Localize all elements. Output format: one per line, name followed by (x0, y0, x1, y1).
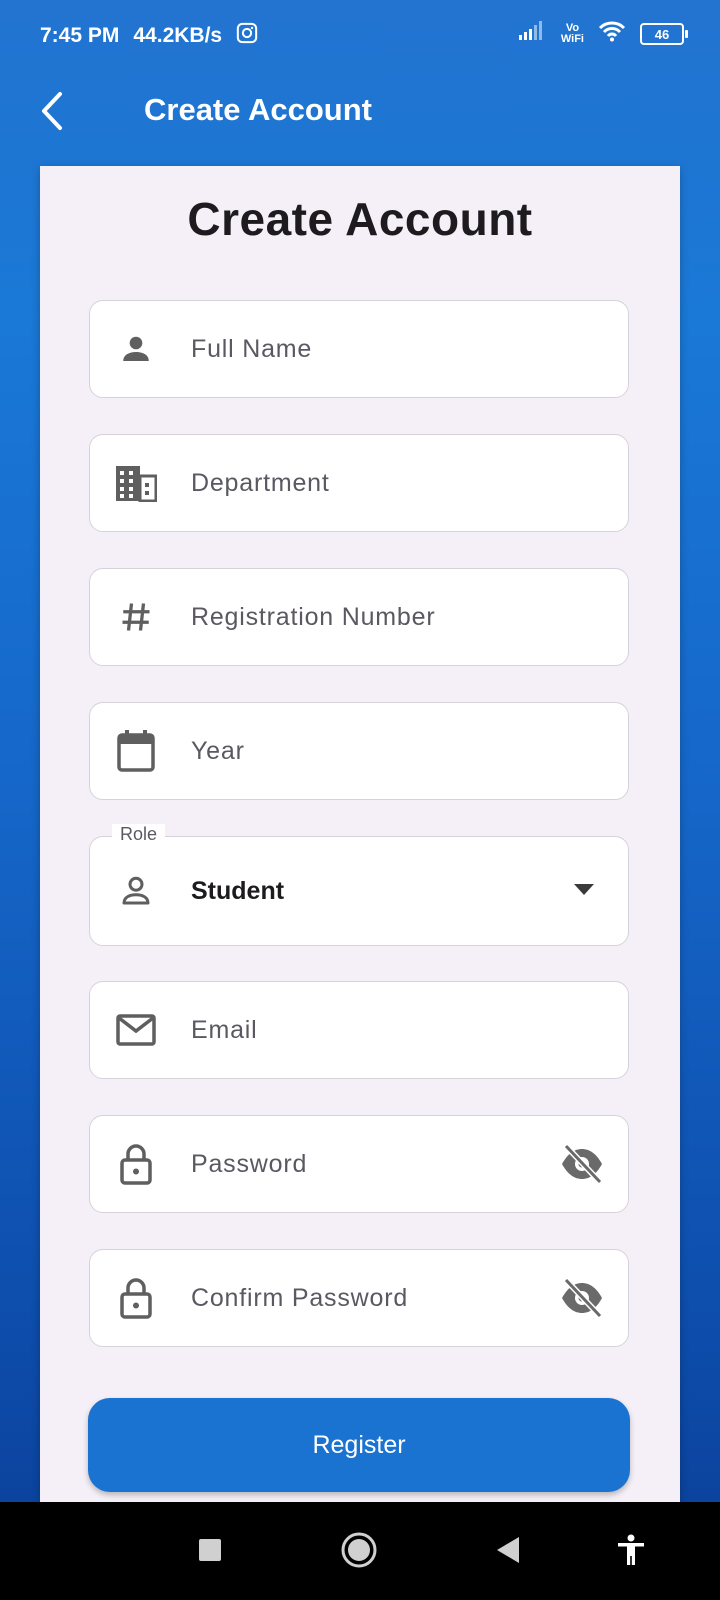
system-nav-bar (0, 1502, 720, 1600)
email-field[interactable]: Email (89, 981, 629, 1079)
calendar-icon (114, 729, 158, 773)
registration-number-field[interactable]: Registration Number (89, 568, 629, 666)
role-dropdown[interactable]: Role Student (89, 824, 629, 946)
back-button[interactable] (26, 88, 76, 138)
building-icon (114, 461, 158, 505)
full-name-field[interactable]: Full Name (89, 300, 629, 398)
person-icon (114, 327, 158, 371)
chevron-left-icon (36, 91, 66, 136)
department-field[interactable]: Department (89, 434, 629, 532)
hash-icon (114, 595, 158, 639)
recents-button[interactable] (186, 1528, 234, 1576)
battery-indicator: 46 (640, 23, 688, 45)
password-field[interactable]: Password (89, 1115, 629, 1213)
create-account-card: Create Account Full Name Department Regi… (40, 166, 680, 1502)
role-selected-value: Student (191, 876, 285, 905)
signal-icon (518, 21, 547, 47)
status-bar: 7:45 PM 44.2KB/s Vo WiFi 46 (0, 0, 720, 70)
instagram-icon (236, 22, 258, 50)
dropdown-arrow-icon (574, 882, 594, 900)
page-title: Create Account (187, 193, 533, 245)
square-icon (198, 1538, 222, 1567)
back-nav-button[interactable] (484, 1528, 532, 1576)
lock-icon (114, 1276, 158, 1320)
password-placeholder: Password (191, 1149, 308, 1178)
email-placeholder: Email (191, 1015, 258, 1044)
accessibility-button[interactable] (607, 1528, 655, 1576)
app-bar-title: Create Account (144, 92, 372, 127)
visibility-off-icon[interactable] (558, 1274, 606, 1322)
confirm-password-placeholder: Confirm Password (191, 1283, 409, 1312)
home-button[interactable] (335, 1528, 383, 1576)
full-name-placeholder: Full Name (191, 334, 313, 363)
register-button[interactable]: Register (88, 1398, 630, 1492)
year-placeholder: Year (191, 736, 245, 765)
wifi-icon (598, 20, 626, 48)
accessibility-icon (616, 1534, 646, 1571)
triangle-back-icon (495, 1536, 521, 1569)
circle-icon (341, 1532, 377, 1573)
year-field[interactable]: Year (89, 702, 629, 800)
status-network-speed: 44.2KB/s (133, 24, 223, 47)
visibility-off-icon[interactable] (558, 1140, 606, 1188)
confirm-password-field[interactable]: Confirm Password (89, 1249, 629, 1347)
registration-number-placeholder: Registration Number (191, 602, 436, 631)
status-time: 7:45 PM (40, 24, 120, 47)
mail-icon (114, 1008, 158, 1052)
role-label: Role (112, 824, 166, 845)
app-bar: Create Account (0, 70, 720, 166)
person-outline-icon (114, 869, 158, 913)
vowifi-indicator: Vo WiFi (560, 22, 584, 45)
lock-icon (114, 1142, 158, 1186)
department-placeholder: Department (191, 468, 330, 497)
